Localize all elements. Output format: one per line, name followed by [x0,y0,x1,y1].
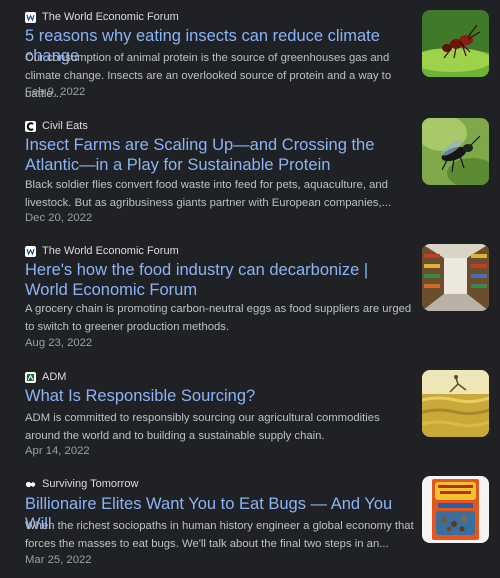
article-snippet: When the richest sociopaths in human his… [25,520,414,550]
source-name: Surviving Tomorrow [42,478,139,490]
source-name: ADM [42,371,67,383]
article-source: The World Economic Forum [25,9,179,25]
wef-logo-icon [25,245,36,257]
surviving-tomorrow-logo-icon [25,478,36,490]
ant-on-leaf-image[interactable] [422,10,489,77]
article-snippet: Black soldier flies convert food waste i… [25,179,392,209]
black-soldier-fly-image[interactable] [422,118,489,185]
article-date: Dec 20, 2022 [25,212,93,224]
article-snippet: ADM is committed to responsibly sourcing… [25,412,380,442]
source-name: Civil Eats [42,120,88,132]
civil-eats-logo-icon [25,120,36,132]
wheat-field-image[interactable] [422,370,489,437]
grocery-aisle-image[interactable] [422,244,489,311]
article-snippet: A grocery chain is promoting carbon-neut… [25,303,412,333]
article-source: The World Economic Forum [25,243,179,259]
article-date: Apr 14, 2022 [25,445,90,457]
wef-logo-icon [25,11,36,23]
source-name: The World Economic Forum [42,11,179,23]
article-source: Civil Eats [25,118,88,134]
article-date: Aug 23, 2022 [25,337,93,349]
article-title-link[interactable]: Insect Farms are Scaling Up—and Crossing… [25,135,410,175]
news-feed: The World Economic Forum 5 reasons why e… [0,0,500,578]
adm-logo-icon [25,371,36,383]
article-source: ADM [25,369,66,385]
article-source: Surviving Tomorrow [25,476,138,492]
article-date: Feb 9, 2022 [25,86,86,98]
source-name: The World Economic Forum [42,245,179,257]
article-date: Mar 25, 2022 [25,554,92,566]
article-title-link[interactable]: Here's how the food industry can decarbo… [25,260,410,300]
uncle-ikes-bugs-box-image[interactable] [422,476,489,543]
article-title-link[interactable]: What Is Responsible Sourcing? [25,386,410,406]
